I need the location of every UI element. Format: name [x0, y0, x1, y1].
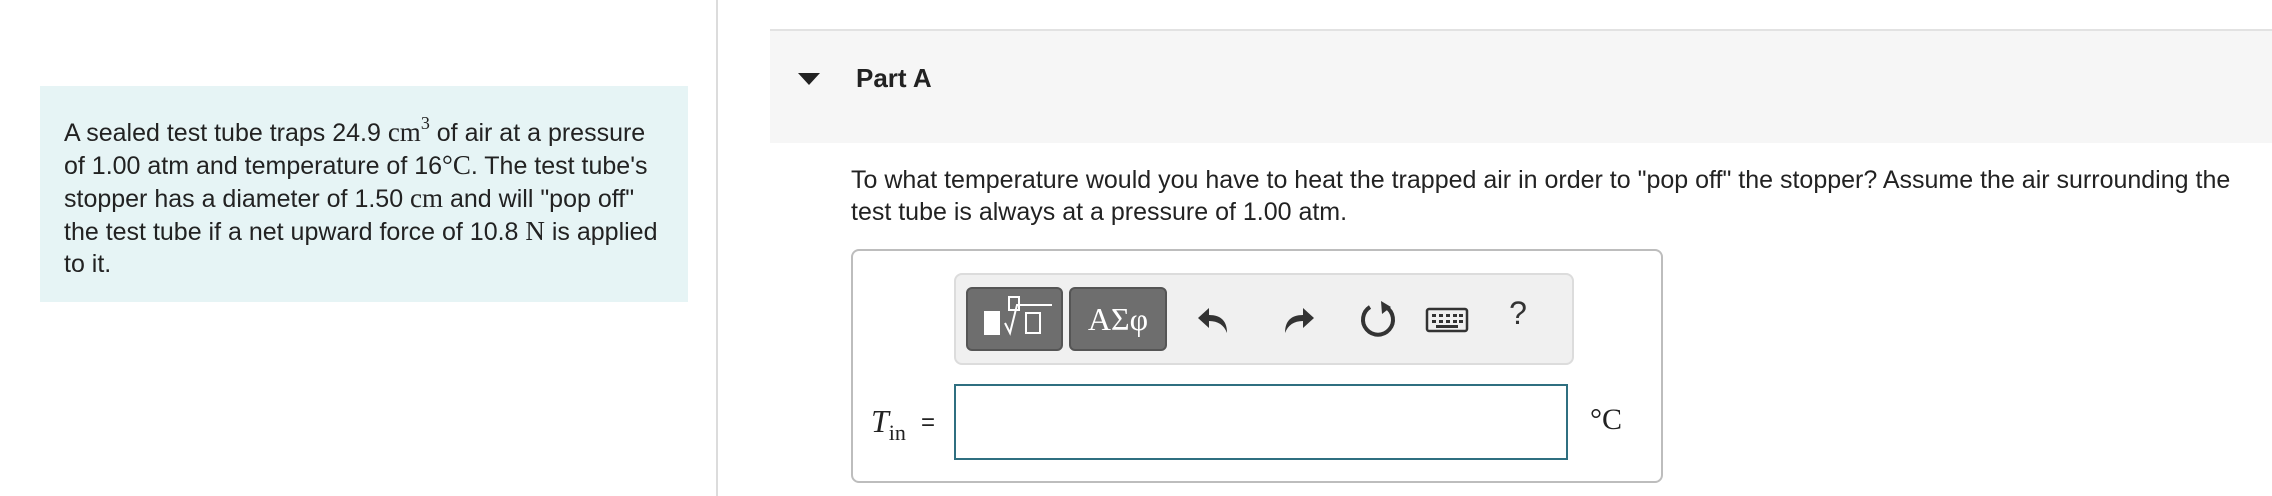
problem-text-1: A sealed test tube traps 24.9	[64, 119, 388, 147]
help-button[interactable]: ?	[1498, 295, 1538, 332]
variable-symbol: T	[871, 403, 889, 439]
unit-exponent: 3	[420, 113, 430, 133]
answer-container: ΑΣφ ? Tin = °C	[851, 249, 1663, 483]
greek-symbols-label: ΑΣφ	[1087, 301, 1149, 337]
answer-input[interactable]	[954, 384, 1568, 460]
unit-celsius: C	[452, 150, 471, 180]
reset-icon[interactable]	[1353, 295, 1401, 343]
part-title: Part A	[856, 63, 932, 93]
unit-cm-2: cm	[410, 183, 444, 213]
math-template-icon	[984, 296, 1052, 336]
variable-subscript: in	[888, 420, 906, 445]
answer-unit: °C	[1590, 403, 1623, 436]
templates-button[interactable]	[966, 287, 1063, 351]
question-text: To what temperature would you have to he…	[851, 166, 2231, 226]
column-divider	[716, 0, 718, 496]
problem-panel: A sealed test tube traps 24.9 cm3 of air…	[0, 0, 716, 496]
degree-symbol: °	[442, 150, 453, 180]
undo-icon[interactable]	[1191, 295, 1239, 343]
math-toolbar: ΑΣφ ?	[954, 273, 1574, 365]
part-a-header[interactable]: Part A	[770, 29, 2272, 143]
unit-newton: N	[525, 216, 545, 246]
greek-symbols-button[interactable]: ΑΣφ	[1069, 287, 1167, 351]
problem-statement: A sealed test tube traps 24.9 cm3 of air…	[40, 86, 688, 302]
redo-icon[interactable]	[1273, 295, 1321, 343]
keyboard-icon[interactable]	[1424, 295, 1470, 343]
equals-sign: =	[921, 409, 936, 436]
unit-cm: cm	[387, 117, 421, 147]
variable-label: Tin	[871, 403, 906, 446]
collapse-caret-icon[interactable]	[798, 73, 820, 85]
